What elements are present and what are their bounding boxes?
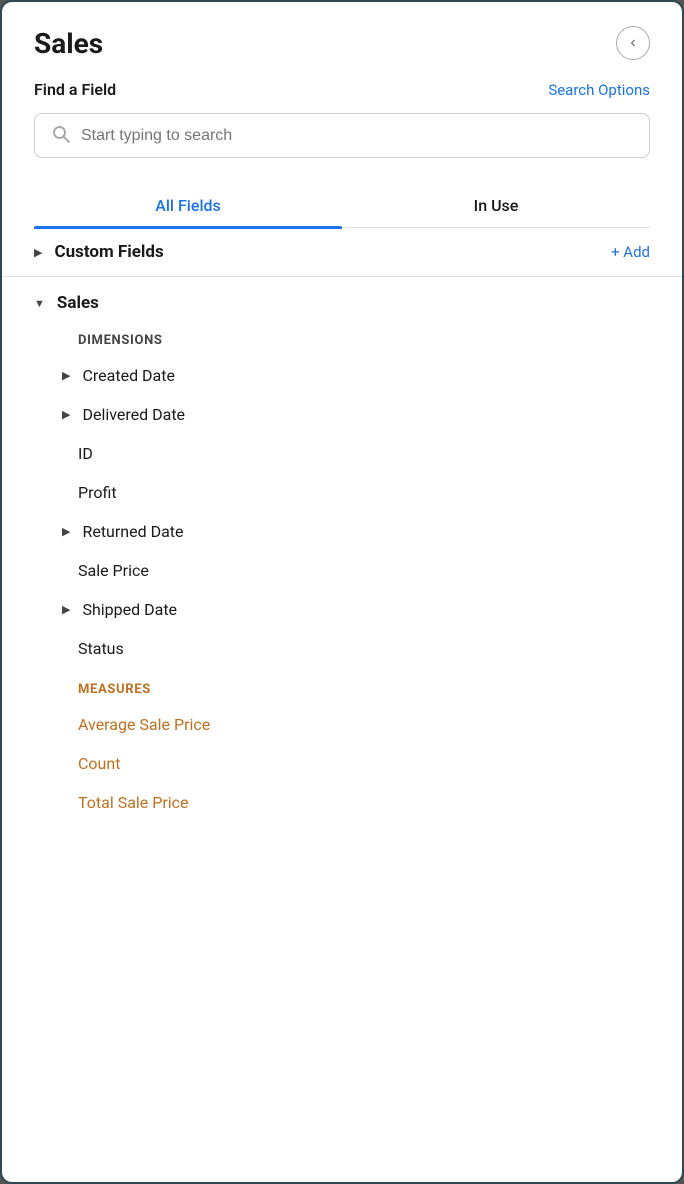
field-name-profit: Profit (78, 483, 117, 502)
field-name-total-sale-price: Total Sale Price (78, 793, 189, 812)
custom-fields-chevron: ▶ (34, 246, 42, 259)
field-name-avg-sale-price: Average Sale Price (78, 715, 210, 734)
field-name-status: Status (78, 639, 124, 658)
list-item[interactable]: Total Sale Price (34, 783, 650, 822)
tab-all-fields[interactable]: All Fields (34, 186, 342, 227)
sales-section: ▼ Sales DIMENSIONS ▶ Created Date ▶ Deli… (2, 277, 682, 822)
search-icon (51, 124, 71, 147)
list-item[interactable]: Profit (34, 473, 650, 512)
list-item[interactable]: ▶ Returned Date (34, 512, 650, 551)
created-date-chevron: ▶ (62, 369, 70, 382)
panel-title: Sales (34, 27, 103, 60)
search-box-wrap (2, 113, 682, 186)
search-options-link[interactable]: Search Options (548, 81, 650, 99)
sales-chevron: ▼ (34, 297, 45, 310)
sales-label: Sales (57, 293, 99, 313)
list-item[interactable]: Status (34, 629, 650, 668)
find-field-label: Find a Field (34, 80, 116, 99)
field-name-sale-price: Sale Price (78, 561, 149, 580)
main-panel: Sales ‹ Find a Field Search Options All … (0, 0, 684, 1184)
field-name-shipped-date: Shipped Date (82, 600, 177, 619)
field-name-returned-date: Returned Date (82, 522, 183, 541)
list-item[interactable]: ▶ Shipped Date (34, 590, 650, 629)
list-item[interactable]: Sale Price (34, 551, 650, 590)
back-icon: ‹ (630, 34, 635, 52)
list-item[interactable]: ▶ Created Date (34, 356, 650, 395)
field-name-created-date: Created Date (82, 366, 175, 385)
panel-header: Sales ‹ (2, 26, 682, 80)
list-item[interactable]: ID (34, 434, 650, 473)
search-input[interactable] (81, 127, 633, 145)
tab-in-use[interactable]: In Use (342, 186, 650, 227)
search-box (34, 113, 650, 158)
delivered-date-chevron: ▶ (62, 408, 70, 421)
measures-label: MEASURES (34, 668, 650, 705)
sales-header-row[interactable]: ▼ Sales (34, 277, 650, 321)
field-name-count: Count (78, 754, 120, 773)
field-name-id: ID (78, 444, 93, 463)
dimensions-label: DIMENSIONS (34, 321, 650, 356)
tabs-row: All Fields In Use (34, 186, 650, 228)
list-item[interactable]: ▶ Delivered Date (34, 395, 650, 434)
list-item[interactable]: Average Sale Price (34, 705, 650, 744)
field-name-delivered-date: Delivered Date (82, 405, 185, 424)
returned-date-chevron: ▶ (62, 525, 70, 538)
back-button[interactable]: ‹ (616, 26, 650, 60)
custom-fields-section[interactable]: ▶ Custom Fields + Add (2, 228, 682, 277)
custom-fields-label: Custom Fields (54, 242, 163, 262)
find-field-row: Find a Field Search Options (2, 80, 682, 113)
list-item[interactable]: Count (34, 744, 650, 783)
add-custom-field-link[interactable]: + Add (611, 243, 650, 261)
shipped-date-chevron: ▶ (62, 603, 70, 616)
